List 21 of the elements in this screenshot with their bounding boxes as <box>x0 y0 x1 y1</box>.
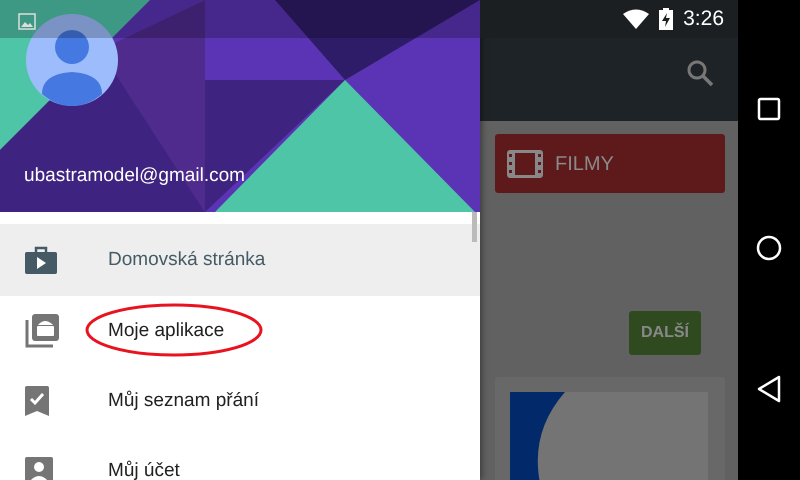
wifi-icon <box>623 9 650 29</box>
app-stack-icon <box>25 314 59 348</box>
film-icon <box>507 150 543 178</box>
battery-charging-icon <box>659 8 674 30</box>
search-icon[interactable] <box>686 59 714 87</box>
account-email: ubastramodel@gmail.com <box>24 164 245 188</box>
drawer-item[interactable]: Můj účet <box>0 436 480 480</box>
shopping-bag-play-icon <box>25 246 57 274</box>
app-card[interactable] <box>495 377 725 480</box>
bookmark-check-icon <box>25 386 49 416</box>
drawer-item[interactable]: Moje aplikace <box>0 296 480 366</box>
scrollbar[interactable] <box>472 212 477 242</box>
clock-time: 3:26 <box>683 6 724 32</box>
back-icon[interactable] <box>757 375 781 403</box>
image-icon <box>18 13 36 30</box>
drawer-item[interactable]: Domovská stránka <box>0 224 480 296</box>
category-tile[interactable]: FILMY <box>495 134 725 193</box>
drawer-item[interactable]: Můj seznam přání <box>0 366 480 436</box>
avatar-icon[interactable] <box>26 14 118 106</box>
home-icon[interactable] <box>756 235 782 261</box>
recents-icon[interactable] <box>757 97 781 121</box>
